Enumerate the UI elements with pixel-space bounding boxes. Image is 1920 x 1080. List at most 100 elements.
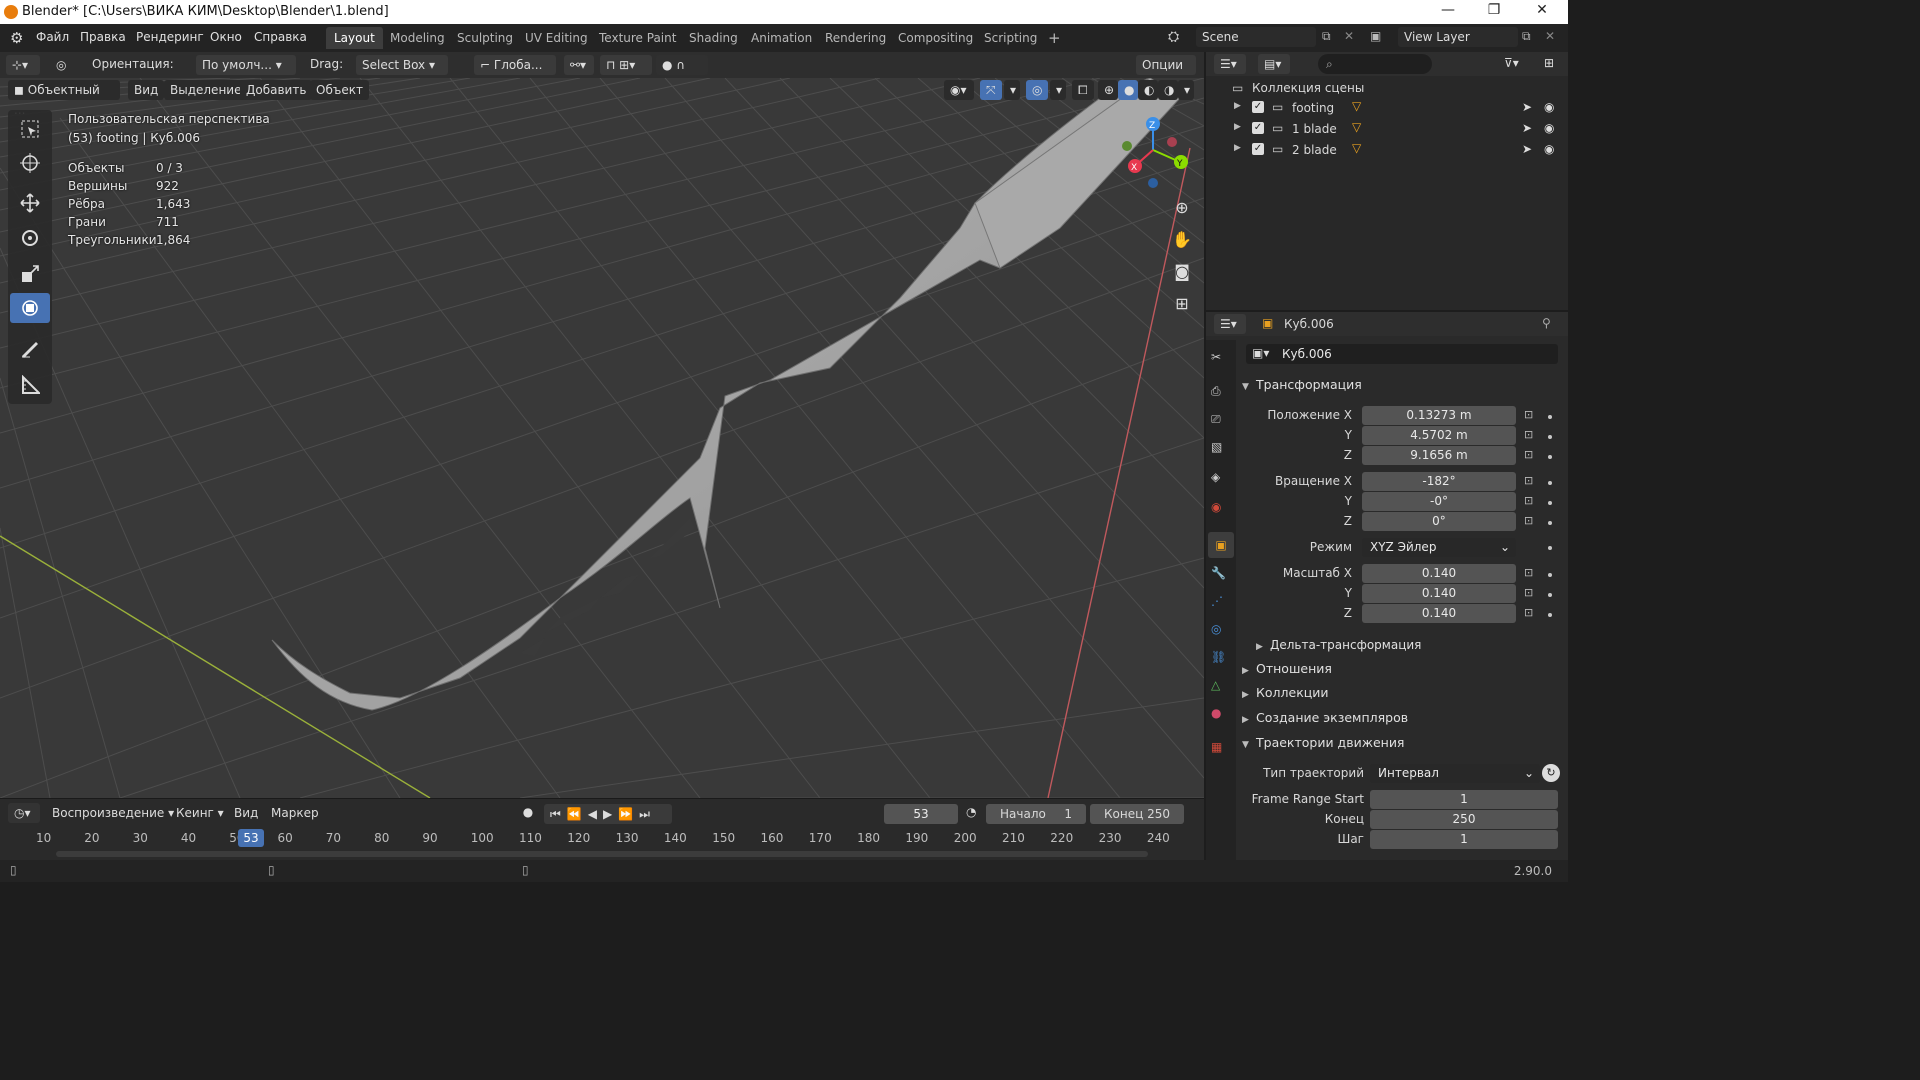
move-tool[interactable] <box>10 188 50 218</box>
orientation-dropdown[interactable]: По умолч... ▾ <box>196 55 296 75</box>
texture-tab-icon[interactable]: ▦ <box>1211 740 1231 760</box>
tab-scripting[interactable]: Scripting <box>976 27 1045 49</box>
lock-icon[interactable]: ⊡ <box>1524 566 1536 579</box>
maximize-button[interactable]: ❐ <box>1474 2 1514 22</box>
view-layer-icon[interactable]: ▣ <box>1370 29 1381 43</box>
timeline-menu-marker[interactable]: Маркер <box>271 806 319 820</box>
properties-editor-type-button[interactable]: ☰▾ <box>1214 314 1246 334</box>
playback-controls[interactable]: ⏮⏪◀▶⏩⏭ <box>544 804 672 824</box>
motion-paths-panel-header[interactable]: ▼ Траектории движения <box>1242 732 1560 754</box>
gizmo-toggle-icon[interactable]: ⤧ <box>980 80 1002 100</box>
rotate-tool[interactable] <box>10 223 50 253</box>
exclude-checkbox[interactable]: ✓ <box>1252 143 1264 155</box>
constraints-tab-icon[interactable]: ⛓ <box>1211 650 1231 670</box>
rotation-z-field[interactable]: 0° <box>1362 512 1516 531</box>
lock-icon[interactable]: ⊡ <box>1524 474 1536 487</box>
render-tab-icon[interactable]: ⎙ <box>1211 384 1231 404</box>
transform-orientation-dropdown[interactable]: ⌐ Глоба... <box>474 55 556 75</box>
frame-range-end-field[interactable]: 250 <box>1370 810 1558 829</box>
transform-panel-header[interactable]: ▼ Трансформация <box>1242 374 1560 396</box>
lock-icon[interactable]: ⊡ <box>1524 514 1536 527</box>
physics-tab-icon[interactable]: ◎ <box>1211 622 1231 642</box>
update-paths-icon[interactable]: ↻ <box>1542 764 1560 782</box>
world-tab-icon[interactable]: ◉ <box>1211 500 1231 520</box>
options-dropdown[interactable]: Опции ▾ <box>1136 55 1196 92</box>
scale-z-field[interactable]: 0.140 <box>1362 604 1516 623</box>
selectable-arrow-icon[interactable]: ➤ <box>1522 100 1532 114</box>
keyframe-dot-icon[interactable] <box>1548 435 1552 439</box>
current-frame-field[interactable]: 53 <box>884 804 958 824</box>
location-y-field[interactable]: 4.5702 m <box>1362 426 1516 445</box>
playhead-frame-indicator[interactable]: 53 <box>238 829 264 847</box>
keyframe-dot-icon[interactable] <box>1548 573 1552 577</box>
location-z-field[interactable]: 9.1656 m <box>1362 446 1516 465</box>
minimize-button[interactable]: — <box>1428 2 1468 22</box>
tab-animation[interactable]: Animation <box>743 27 820 49</box>
expand-arrow-icon[interactable]: ▶ <box>1234 101 1241 111</box>
delete-scene-icon[interactable]: ✕ <box>1344 29 1354 43</box>
menu-playback[interactable]: Воспроизведение ▾ <box>52 806 174 820</box>
record-icon[interactable]: ● <box>518 805 538 825</box>
selectable-arrow-icon[interactable]: ➤ <box>1522 142 1532 156</box>
step-field[interactable]: 1 <box>1370 830 1558 849</box>
menu-render[interactable]: Рендеринг <box>136 30 204 44</box>
outliner-search-input[interactable]: ⌕ <box>1318 54 1432 74</box>
lock-icon[interactable]: ⊡ <box>1524 448 1536 461</box>
filter-icon[interactable]: ⊽▾ <box>1504 56 1519 70</box>
menu-window[interactable]: Окно <box>210 30 242 44</box>
overlays-toggle-icon[interactable]: ◎ <box>1026 80 1048 100</box>
modifier-tab-icon[interactable]: 🔧 <box>1211 566 1231 586</box>
frame-range-start-field[interactable]: 1 <box>1370 790 1558 809</box>
rotation-mode-dropdown[interactable]: XYZ Эйлер ⌄ <box>1362 538 1516 557</box>
tab-sculpting[interactable]: Sculpting <box>449 27 521 49</box>
proportional-edit-dropdown[interactable]: ● ∩ <box>656 55 708 75</box>
rotation-y-field[interactable]: -0° <box>1362 492 1516 511</box>
perspective-grid-icon[interactable]: ⊞ <box>1170 294 1194 318</box>
timeline-editor-type-button[interactable]: ◷▾ <box>8 803 40 823</box>
cursor-tool[interactable] <box>10 148 50 178</box>
selectable-arrow-icon[interactable]: ➤ <box>1522 121 1532 135</box>
select-box-tool[interactable] <box>10 114 50 144</box>
expand-arrow-icon[interactable]: ▶ <box>1234 143 1241 153</box>
measure-tool[interactable] <box>10 370 50 400</box>
start-frame-field[interactable]: Начало 1 <box>986 804 1086 824</box>
view-layer-tab-icon[interactable]: ▧ <box>1211 440 1231 460</box>
timeline-menu-view[interactable]: Вид <box>234 806 258 820</box>
path-type-dropdown[interactable]: Интервал ⌄ <box>1370 764 1540 783</box>
lock-icon[interactable]: ⊡ <box>1524 494 1536 507</box>
outliner-row-collection[interactable]: ▶ ✓ ▭ footing ▽ ➤ ◉ <box>1206 98 1568 118</box>
solid-shading-icon[interactable]: ● <box>1118 80 1138 100</box>
rendered-shading-icon[interactable]: ◑ <box>1158 80 1178 100</box>
zoom-icon[interactable]: ⊕ <box>1170 198 1194 222</box>
editor-type-button[interactable]: ⊹▾ <box>6 55 40 75</box>
keyframe-dot-icon[interactable] <box>1548 415 1552 419</box>
keyframe-dot-icon[interactable] <box>1548 455 1552 459</box>
instancing-panel-header[interactable]: ▶ Создание экземпляров <box>1242 707 1560 729</box>
3d-viewport[interactable]: Z Y X ◼ Объектный ... Вид Выделение Доба… <box>0 78 1204 798</box>
keyframe-dot-icon[interactable] <box>1548 546 1552 550</box>
tab-uv-editing[interactable]: UV Editing <box>517 27 596 49</box>
timeline-scrollbar[interactable] <box>56 851 1148 857</box>
pin-icon[interactable]: ⚲ <box>1542 316 1551 330</box>
object-tab-icon[interactable]: ▣ <box>1208 532 1234 558</box>
scene-icon[interactable]: ⛭ <box>1168 29 1179 45</box>
output-tab-icon[interactable]: ⎚ <box>1211 412 1231 432</box>
pivot-point-dropdown[interactable]: ⚯▾ <box>564 55 594 75</box>
clock-icon[interactable]: ◔ <box>966 805 976 819</box>
menu-edit[interactable]: Правка <box>80 30 126 44</box>
visibility-icon[interactable]: ◉▾ <box>944 80 974 100</box>
eye-icon[interactable]: ◉ <box>1544 121 1554 135</box>
lock-icon[interactable]: ⊡ <box>1524 606 1536 619</box>
particles-tab-icon[interactable]: ⋰ <box>1211 594 1231 614</box>
outliner-editor-type-button[interactable]: ☰▾ <box>1214 54 1246 74</box>
menu-keying[interactable]: Кеинг ▾ <box>176 806 224 820</box>
keyframe-dot-icon[interactable] <box>1548 613 1552 617</box>
outliner-row-collection[interactable]: ▶ ✓ ▭ 2 blade ▽ ➤ ◉ <box>1206 140 1568 160</box>
end-frame-field[interactable]: Конец 250 <box>1090 804 1184 824</box>
outliner-row-scene-collection[interactable]: ▭ Коллекция сцены <box>1206 78 1568 98</box>
new-collection-icon[interactable]: ⊞ <box>1544 56 1554 70</box>
snap-dropdown[interactable]: ⊓ ⊞▾ <box>600 55 652 75</box>
camera-icon[interactable]: ◙ <box>1170 262 1194 286</box>
exclude-checkbox[interactable]: ✓ <box>1252 122 1264 134</box>
tool-tab-icon[interactable]: ✂ <box>1211 350 1231 370</box>
